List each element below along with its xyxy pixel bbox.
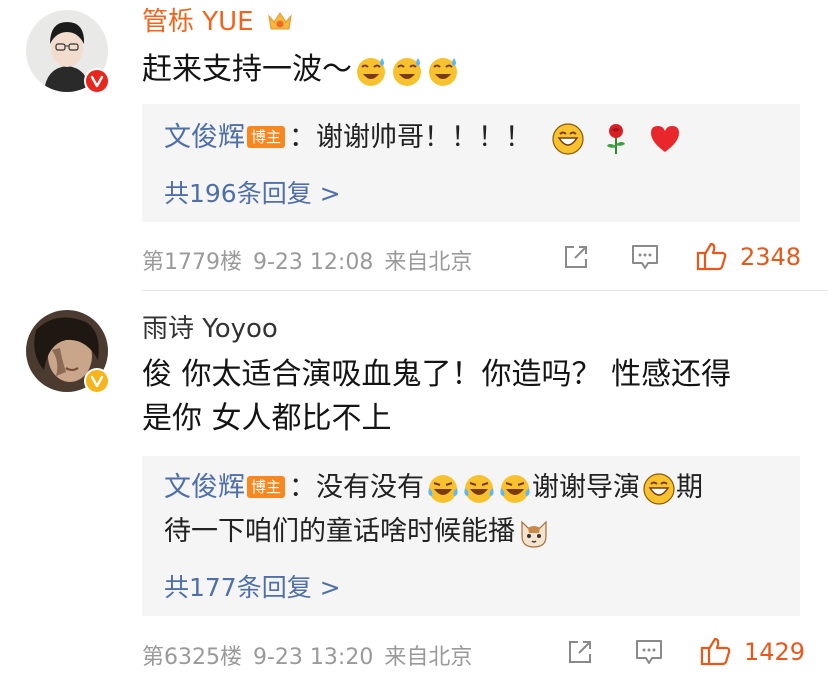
reply-text: ：谢谢帅哥！！！！ — [289, 122, 533, 153]
grin-emoji — [552, 122, 584, 155]
reply-preview-box[interactable]: 文俊辉 博主 ：谢谢帅哥！！！！ 共196条回复 > — [142, 104, 800, 222]
avatar[interactable] — [26, 310, 110, 394]
verified-badge-icon — [84, 368, 110, 394]
comment-date: 9-23 13:20 — [253, 645, 374, 670]
comment-source: 来自北京 — [384, 250, 473, 275]
reply-count-link[interactable]: 共177条回复 > — [164, 568, 341, 604]
like-icon[interactable] — [696, 241, 728, 271]
cat-emoji — [521, 520, 547, 548]
comment-item: 雨诗 Yoyoo 俊 你太适合演吸血鬼了！你造吗？ 性感还得 是你 女人都比不上… — [0, 291, 828, 679]
comment-meta: 第1779楼 9-23 12:08 来自北京 — [142, 244, 472, 276]
floor-number: 第1779楼 — [142, 250, 242, 275]
rose-emoji — [607, 123, 626, 154]
comment-date: 9-23 12:08 — [253, 250, 374, 275]
blogger-tag: 博主 — [247, 126, 286, 148]
like-count: 2348 — [740, 243, 802, 271]
share-icon[interactable] — [562, 243, 590, 271]
comment-meta: 第6325楼 9-23 13:20 来自北京 — [142, 639, 472, 671]
heart-emoji — [650, 125, 679, 152]
crown-icon — [268, 12, 292, 30]
like-icon[interactable] — [700, 636, 732, 666]
comment-source: 来自北京 — [384, 645, 473, 670]
reply-line: 文俊辉 博主 ：没有没有 谢谢导演 期 — [164, 468, 703, 508]
tears-laugh-emoji — [500, 474, 530, 503]
reply-author[interactable]: 文俊辉 — [164, 122, 245, 153]
sweat-laugh-emoji — [393, 57, 421, 86]
blogger-tag: 博主 — [247, 476, 286, 498]
username[interactable]: 管栎 YUE — [142, 6, 294, 38]
verified-badge-icon — [84, 68, 110, 94]
tears-laugh-emoji — [428, 474, 458, 503]
comment-text-line: 是你 女人都比不上 — [142, 401, 392, 436]
comment-text: 俊 你太适合演吸血鬼了！你造吗？ 性感还得 是你 女人都比不上 — [142, 353, 802, 441]
reply-text: 期 — [676, 472, 704, 503]
username-text[interactable]: 雨诗 Yoyoo — [142, 314, 278, 344]
comment-text-line: 俊 你太适合演吸血鬼了！你造吗？ 性感还得 — [142, 357, 732, 392]
reply-count-link[interactable]: 共196条回复 > — [164, 174, 341, 210]
comment-item: 管栎 YUE 赶来支持一波～ 文俊辉 博主 ：谢谢帅哥！！！！ 共196条回复 > … — [0, 0, 828, 290]
sweat-laugh-emoji — [357, 57, 385, 86]
reply-author[interactable]: 文俊辉 — [164, 472, 245, 503]
sweat-laugh-emoji — [429, 57, 457, 86]
comment-text: 赶来支持一波～ — [142, 48, 460, 92]
like-count: 1429 — [744, 638, 806, 666]
share-icon[interactable] — [566, 638, 594, 666]
reply-preview-box[interactable]: 文俊辉 博主 ：没有没有 谢谢导演 期 待一下咱们的童话啥时候能播 共177条回复 > — [142, 456, 800, 616]
avatar[interactable] — [26, 10, 110, 94]
comment-icon[interactable] — [630, 243, 660, 271]
tears-laugh-emoji — [464, 474, 494, 503]
reply-text: 谢谢导演 — [532, 472, 641, 503]
username[interactable]: 雨诗 Yoyoo — [142, 313, 278, 345]
floor-number: 第6325楼 — [142, 645, 242, 670]
username-text[interactable]: 管栎 YUE — [142, 7, 254, 37]
reply-line: 待一下咱们的童话啥时候能播 — [164, 512, 551, 552]
reply-line: 文俊辉 博主 ：谢谢帅哥！！！！ — [164, 118, 682, 158]
reply-text: 待一下咱们的童话啥时候能播 — [164, 516, 515, 547]
reply-text: ：没有没有 — [289, 472, 425, 503]
grin-emoji — [643, 472, 675, 505]
comment-text-content: 赶来支持一波～ — [142, 52, 352, 87]
comment-icon[interactable] — [634, 638, 664, 666]
